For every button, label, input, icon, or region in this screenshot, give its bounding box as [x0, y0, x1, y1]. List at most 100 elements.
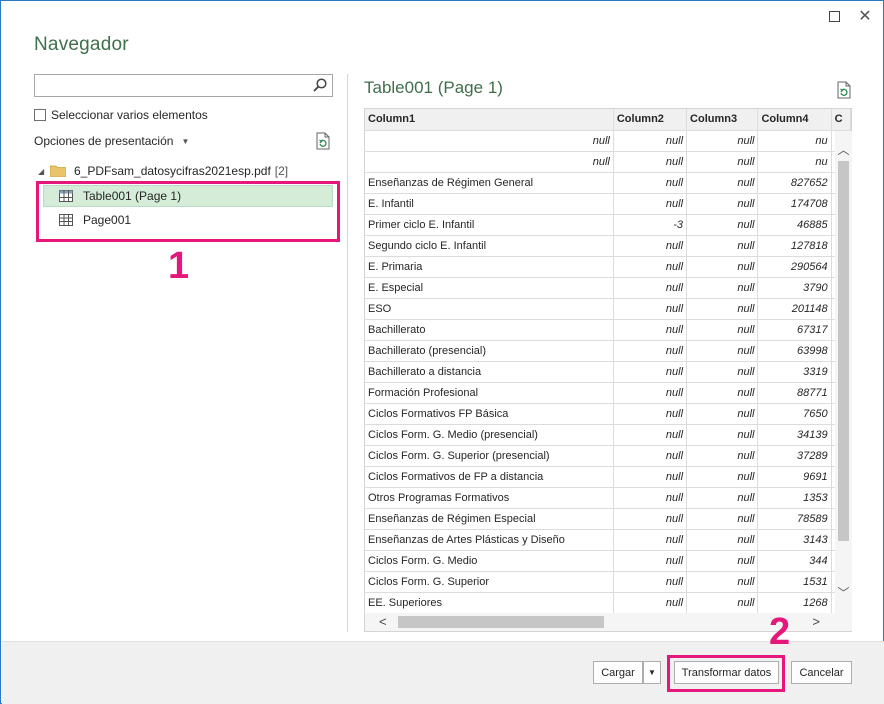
table-cell[interactable]: 3143: [757, 529, 832, 551]
table-cell[interactable]: null: [613, 571, 688, 593]
table-cell[interactable]: Ciclos Form. G. Superior: [365, 571, 614, 593]
pane-divider[interactable]: [347, 74, 348, 632]
table-cell[interactable]: null: [613, 256, 688, 278]
load-dropdown-button[interactable]: ▼: [643, 661, 661, 684]
vertical-scroll-thumb[interactable]: [838, 161, 849, 541]
table-cell[interactable]: 3319: [757, 361, 832, 383]
cancel-button[interactable]: Cancelar: [791, 661, 852, 684]
table-cell[interactable]: 827652: [757, 172, 832, 194]
table-cell[interactable]: null: [613, 340, 688, 362]
table-cell[interactable]: 1353: [757, 487, 832, 509]
table-cell[interactable]: null: [686, 550, 759, 572]
table-cell[interactable]: 67317: [757, 319, 832, 341]
table-cell[interactable]: null: [613, 508, 688, 530]
table-cell[interactable]: Ciclos Form. G. Medio: [365, 550, 614, 572]
table-cell[interactable]: null: [686, 151, 759, 173]
table-cell[interactable]: EE. Superiores: [365, 592, 614, 614]
table-cell[interactable]: null: [613, 550, 688, 572]
table-cell[interactable]: 46885: [757, 214, 832, 236]
table-cell[interactable]: Formación Profesional: [365, 382, 614, 404]
table-cell[interactable]: Bachillerato (presencial): [365, 340, 614, 362]
horizontal-scroll-thumb[interactable]: [398, 616, 604, 628]
table-cell[interactable]: null: [613, 298, 688, 320]
table-cell[interactable]: null: [686, 508, 759, 530]
refresh-icon[interactable]: [315, 132, 331, 150]
table-cell[interactable]: Ciclos Formativos FP Básica: [365, 403, 614, 425]
table-cell[interactable]: 7650: [757, 403, 832, 425]
table-cell[interactable]: null: [686, 256, 759, 278]
table-cell[interactable]: Ciclos Formativos de FP a distancia: [365, 466, 614, 488]
table-cell[interactable]: null: [686, 319, 759, 341]
column-header[interactable]: Column2: [613, 109, 688, 131]
table-cell[interactable]: null: [365, 130, 614, 152]
table-cell[interactable]: null: [686, 193, 759, 215]
table-cell[interactable]: Bachillerato a distancia: [365, 361, 614, 383]
table-cell[interactable]: nu: [757, 151, 832, 173]
table-cell[interactable]: ESO: [365, 298, 614, 320]
vertical-scrollbar[interactable]: ︿ ﹀: [835, 131, 852, 613]
table-cell[interactable]: null: [613, 445, 688, 467]
table-cell[interactable]: null: [613, 235, 688, 257]
table-cell[interactable]: Otros Programas Formativos: [365, 487, 614, 509]
table-cell[interactable]: null: [613, 529, 688, 551]
column-header[interactable]: Column3: [686, 109, 759, 131]
table-cell[interactable]: nu: [757, 130, 832, 152]
table-cell[interactable]: Enseñanzas de Artes Plásticas y Diseño: [365, 529, 614, 551]
select-multiple-checkbox[interactable]: [34, 109, 46, 121]
close-button[interactable]: ✕: [855, 7, 875, 27]
table-cell[interactable]: 78589: [757, 508, 832, 530]
table-cell[interactable]: null: [686, 382, 759, 404]
search-input[interactable]: [34, 74, 333, 97]
maximize-button[interactable]: [824, 7, 844, 27]
table-cell[interactable]: null: [686, 235, 759, 257]
table-cell[interactable]: null: [686, 424, 759, 446]
table-cell[interactable]: null: [613, 361, 688, 383]
table-cell[interactable]: null: [686, 172, 759, 194]
table-cell[interactable]: 34139: [757, 424, 832, 446]
column-header[interactable]: Column1: [365, 109, 614, 131]
table-cell[interactable]: 127818: [757, 235, 832, 257]
table-cell[interactable]: 1268: [757, 592, 832, 614]
table-cell[interactable]: Ciclos Form. G. Superior (presencial): [365, 445, 614, 467]
table-cell[interactable]: null: [686, 487, 759, 509]
table-cell[interactable]: Segundo ciclo E. Infantil: [365, 235, 614, 257]
scroll-down-icon[interactable]: ﹀: [835, 584, 852, 601]
scroll-left-icon[interactable]: <: [379, 614, 387, 629]
table-cell[interactable]: Enseñanzas de Régimen General: [365, 172, 614, 194]
table-cell[interactable]: null: [686, 466, 759, 488]
table-cell[interactable]: null: [613, 172, 688, 194]
table-cell[interactable]: null: [613, 382, 688, 404]
table-cell[interactable]: 3790: [757, 277, 832, 299]
table-cell[interactable]: 63998: [757, 340, 832, 362]
table-cell[interactable]: null: [686, 277, 759, 299]
scroll-right-icon[interactable]: >: [812, 614, 820, 629]
table-cell[interactable]: E. Primaria: [365, 256, 614, 278]
table-cell[interactable]: null: [613, 424, 688, 446]
table-cell[interactable]: Ciclos Form. G. Medio (presencial): [365, 424, 614, 446]
table-cell[interactable]: null: [686, 340, 759, 362]
table-cell[interactable]: null: [686, 361, 759, 383]
table-cell[interactable]: null: [613, 193, 688, 215]
table-cell[interactable]: null: [365, 151, 614, 173]
table-cell[interactable]: 37289: [757, 445, 832, 467]
table-cell[interactable]: null: [686, 445, 759, 467]
table-cell[interactable]: null: [686, 214, 759, 236]
table-cell[interactable]: null: [686, 571, 759, 593]
table-cell[interactable]: 290564: [757, 256, 832, 278]
column-header[interactable]: C: [831, 109, 851, 131]
column-header[interactable]: Column4: [757, 109, 832, 131]
table-cell[interactable]: null: [686, 298, 759, 320]
table-cell[interactable]: E. Especial: [365, 277, 614, 299]
refresh-preview-icon[interactable]: [836, 81, 852, 99]
table-cell[interactable]: null: [613, 487, 688, 509]
table-cell[interactable]: 88771: [757, 382, 832, 404]
table-cell[interactable]: 1531: [757, 571, 832, 593]
table-cell[interactable]: null: [613, 151, 688, 173]
table-cell[interactable]: null: [613, 592, 688, 614]
table-cell[interactable]: 9691: [757, 466, 832, 488]
table-cell[interactable]: null: [686, 403, 759, 425]
table-cell[interactable]: null: [686, 130, 759, 152]
table-cell[interactable]: Bachillerato: [365, 319, 614, 341]
table-cell[interactable]: Primer ciclo E. Infantil: [365, 214, 614, 236]
table-cell[interactable]: null: [613, 130, 688, 152]
